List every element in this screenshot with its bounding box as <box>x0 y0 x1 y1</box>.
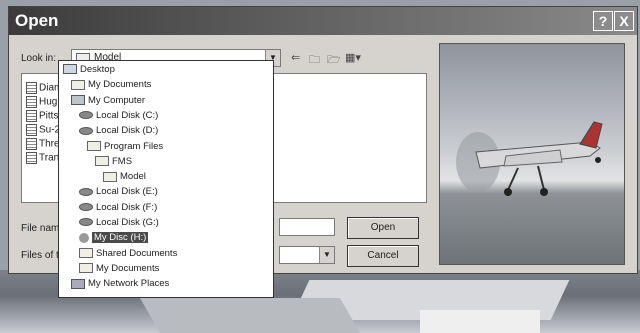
file-icon <box>26 96 37 108</box>
dropdown-item-label: Local Disk (F:) <box>96 201 158 213</box>
file-name-input[interactable] <box>279 218 335 236</box>
preview-pane <box>439 43 625 265</box>
file-icon <box>26 82 37 94</box>
file-name: Thre <box>39 138 60 150</box>
dropdown-item-label: FMS <box>112 155 133 167</box>
list-item[interactable]: Thre <box>26 138 60 150</box>
disk-icon <box>79 203 93 212</box>
dropdown-item-label: Local Disk (G:) <box>96 217 159 228</box>
dropdown-item[interactable]: My Documents <box>71 79 151 91</box>
dropdown-item[interactable]: My Network Places <box>71 278 169 290</box>
desktop-icon <box>63 64 77 75</box>
list-item[interactable]: Su-2 <box>26 124 60 136</box>
disk-icon <box>79 111 93 120</box>
disk-icon <box>79 187 93 196</box>
folder-icon <box>87 140 101 151</box>
chevron-down-icon[interactable]: ▼ <box>319 247 334 263</box>
dropdown-item[interactable]: Model <box>103 171 146 183</box>
dropdown-item-label: Local Disk (D:) <box>96 125 159 137</box>
disk-icon <box>79 126 93 135</box>
dropdown-item-label: My Network Places <box>88 278 170 290</box>
dropdown-item[interactable]: My Computer <box>71 95 145 107</box>
folder-icon <box>79 248 93 259</box>
dropdown-item[interactable]: Shared Documents <box>79 248 177 260</box>
dropdown-item[interactable]: My Documents <box>79 263 159 275</box>
folder-icon <box>71 79 85 90</box>
file-icon <box>26 138 37 150</box>
file-name: Pitts <box>39 110 59 122</box>
computer-icon <box>71 95 85 106</box>
look-in-dropdown[interactable]: Desktop My Documents My Computer Local Disk… <box>58 60 274 298</box>
list-item[interactable]: Pitts <box>26 110 58 122</box>
dropdown-item[interactable]: Local Disk (G:) <box>79 217 159 229</box>
dialog-title: Open <box>15 11 59 30</box>
airplane-preview-image <box>456 121 603 196</box>
dropdown-item-label: My Computer <box>88 94 146 106</box>
cancel-button[interactable]: Cancel <box>347 245 419 267</box>
dropdown-item[interactable]: Local Disk (E:) <box>79 186 158 198</box>
background-shape <box>420 310 540 333</box>
close-button[interactable]: X <box>614 11 634 31</box>
dropdown-item[interactable]: My Disc (H:) <box>79 232 149 244</box>
dropdown-item[interactable]: FMS <box>95 156 132 168</box>
back-icon[interactable]: ⇐ <box>291 51 300 64</box>
help-button[interactable]: ? <box>593 11 613 31</box>
dropdown-item[interactable]: Desktop <box>63 64 115 76</box>
file-type-combo[interactable]: ▼ <box>279 246 335 264</box>
cd-icon <box>79 232 89 243</box>
new-folder-icon[interactable]: 🗁 <box>327 51 341 66</box>
view-menu-icon[interactable]: ▦▾ <box>345 51 361 64</box>
file-name: Su-2 <box>39 124 61 136</box>
dropdown-item-label: Local Disk (C:) <box>96 109 159 121</box>
up-folder-icon[interactable]: 🗀 <box>309 51 320 66</box>
background-shape <box>139 298 361 333</box>
dropdown-item-label: Local Disk (E:) <box>96 186 158 198</box>
look-in-label: Look in: <box>21 53 57 64</box>
title-bar[interactable]: Open ? X <box>9 7 637 35</box>
file-icon <box>26 152 37 164</box>
dropdown-item-label: Desktop <box>80 64 115 75</box>
file-icon <box>26 110 37 122</box>
list-item[interactable]: Diam <box>26 82 62 94</box>
dropdown-item[interactable]: Local Disk (F:) <box>79 202 157 214</box>
folder-icon <box>95 156 109 167</box>
network-icon <box>71 278 85 289</box>
folder-icon <box>103 171 117 182</box>
folder-icon <box>79 263 93 274</box>
dropdown-item-label: Shared Documents <box>96 247 178 259</box>
dropdown-item-label: My Documents <box>88 79 152 91</box>
dropdown-item[interactable]: Local Disk (D:) <box>79 125 158 137</box>
dropdown-item-label: Model <box>120 171 146 183</box>
dropdown-item[interactable]: Program Files <box>87 141 163 153</box>
file-icon <box>26 124 37 136</box>
dropdown-item-label: My Disc (H:) <box>92 232 149 244</box>
dropdown-item-label: Program Files <box>104 140 164 152</box>
dropdown-item-label: My Documents <box>96 262 160 274</box>
disk-icon <box>79 218 93 227</box>
dropdown-item[interactable]: Local Disk (C:) <box>79 110 158 122</box>
open-button[interactable]: Open <box>347 217 419 239</box>
